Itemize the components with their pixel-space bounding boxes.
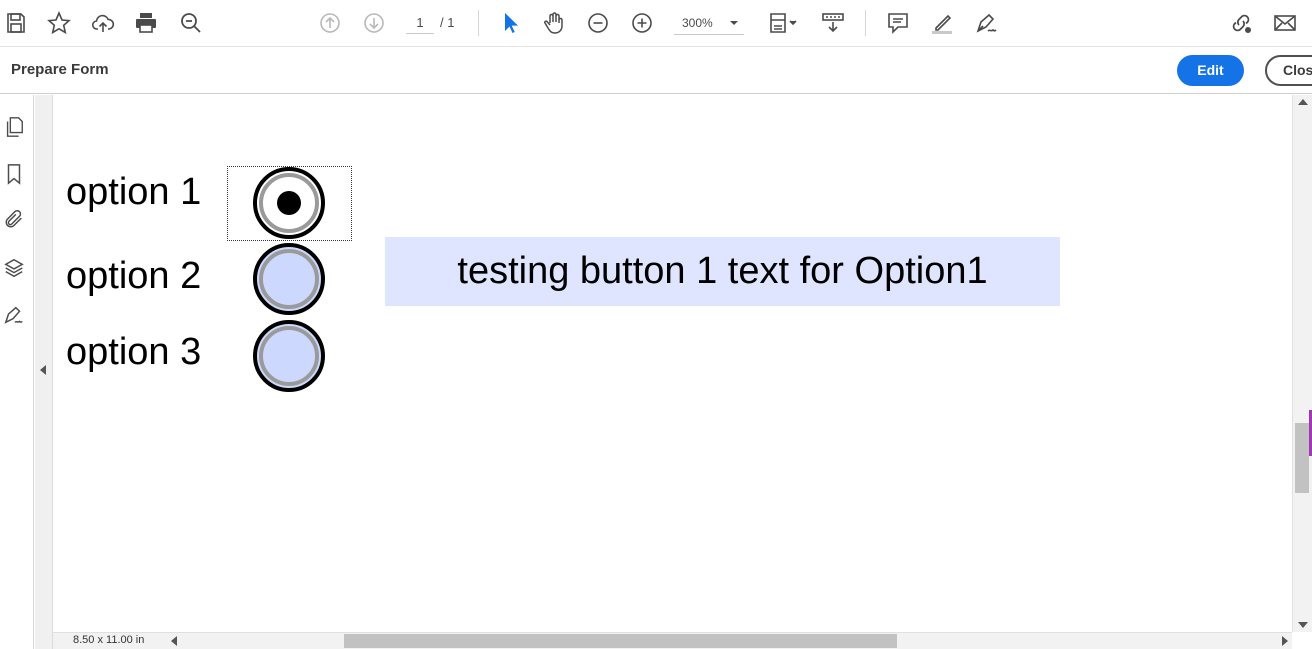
radio-selected-dot xyxy=(277,191,301,215)
signature-icon[interactable] xyxy=(2,303,26,327)
share-link-icon[interactable] xyxy=(1227,9,1255,37)
highlight-icon[interactable] xyxy=(928,9,956,37)
panel-collapse-strip[interactable] xyxy=(35,95,53,649)
tool-header-bar: Prepare Form Edit Clos xyxy=(0,47,1312,94)
star-icon[interactable] xyxy=(45,9,73,37)
toolbar-divider xyxy=(478,10,479,36)
option-2-radio[interactable] xyxy=(253,243,325,315)
page-number-input[interactable]: 1 xyxy=(406,12,434,34)
chevron-down-icon xyxy=(730,21,738,25)
collapse-arrow-icon[interactable] xyxy=(40,365,46,375)
select-cursor-icon[interactable] xyxy=(496,9,524,37)
scroll-right-arrow-icon[interactable] xyxy=(1282,636,1288,646)
page-down-icon[interactable] xyxy=(360,9,388,37)
zoom-level-value: 300% xyxy=(682,16,713,30)
sign-icon[interactable] xyxy=(972,9,1000,37)
print-icon[interactable] xyxy=(132,9,160,37)
option-3-radio[interactable] xyxy=(253,320,325,392)
comment-icon[interactable] xyxy=(884,9,912,37)
close-button[interactable]: Clos xyxy=(1265,55,1312,86)
zoom-out-icon[interactable] xyxy=(584,9,612,37)
scroll-mode-icon[interactable] xyxy=(819,9,847,37)
scroll-up-arrow-icon[interactable] xyxy=(1298,99,1308,105)
scroll-left-arrow-icon[interactable] xyxy=(171,636,177,646)
horizontal-scroll-thumb[interactable] xyxy=(344,634,897,648)
main-toolbar: 1 / 1 300% xyxy=(0,0,1312,47)
radio-ring xyxy=(259,249,319,309)
option-1-radio[interactable] xyxy=(253,167,325,239)
document-page: option 1 option 2 option 3 testing butto… xyxy=(53,95,1292,632)
save-icon[interactable] xyxy=(2,9,30,37)
zoom-in-icon[interactable] xyxy=(628,9,656,37)
bookmark-icon[interactable] xyxy=(2,162,26,186)
attachment-icon[interactable] xyxy=(2,207,26,231)
vertical-scrollbar[interactable] xyxy=(1292,95,1312,632)
left-nav-rail xyxy=(0,95,34,649)
cloud-upload-icon[interactable] xyxy=(89,9,117,37)
page-up-icon[interactable] xyxy=(316,9,344,37)
page-size-label: 8.50 x 11.00 in xyxy=(73,634,145,646)
option-3-label: option 3 xyxy=(66,331,202,373)
vertical-scroll-thumb[interactable] xyxy=(1295,423,1309,493)
fit-page-icon[interactable] xyxy=(765,9,801,37)
toolbar-divider xyxy=(865,10,866,36)
edit-button[interactable]: Edit xyxy=(1177,55,1244,86)
scroll-down-arrow-icon[interactable] xyxy=(1298,622,1308,628)
status-bar: 8.50 x 11.00 in xyxy=(53,632,1292,649)
zoom-level-select[interactable]: 300% xyxy=(674,11,744,35)
option-1-label: option 1 xyxy=(66,171,202,213)
option-text-field[interactable]: testing button 1 text for Option1 xyxy=(385,237,1060,306)
hand-icon[interactable] xyxy=(540,9,568,37)
email-icon[interactable] xyxy=(1271,9,1299,37)
page-thumbnails-icon[interactable] xyxy=(2,115,26,139)
search-zoom-icon[interactable] xyxy=(177,9,205,37)
tool-title: Prepare Form xyxy=(11,61,109,78)
radio-ring xyxy=(259,326,319,386)
page-total-label: / 1 xyxy=(440,15,455,30)
layers-icon[interactable] xyxy=(2,256,26,280)
option-2-label: option 2 xyxy=(66,255,202,297)
